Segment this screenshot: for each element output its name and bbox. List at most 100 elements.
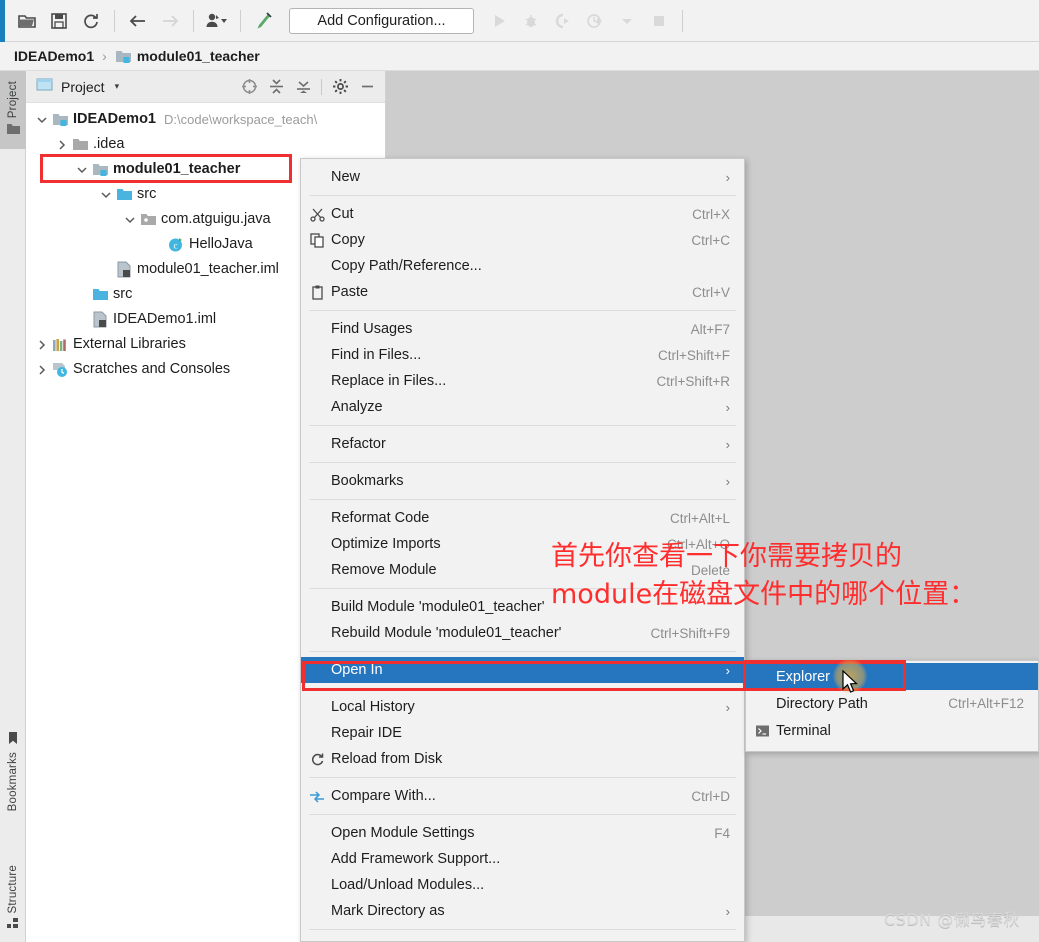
menu-item-mark-directory-as[interactable]: Mark Directory as › [301, 898, 744, 924]
chevron-down-icon[interactable] [122, 215, 138, 225]
menu-separator [309, 929, 736, 930]
chevron-right-icon[interactable] [54, 140, 70, 150]
menu-item-shortcut: Delete [671, 563, 730, 578]
menu-item-new[interactable]: New › [301, 164, 744, 190]
forward-arrow-icon[interactable] [155, 7, 185, 35]
window-accent-bar [0, 0, 5, 42]
tree-label: module01_teacher.iml [137, 262, 279, 277]
menu-item-reformat-code[interactable]: Reformat Code Ctrl+Alt+L [301, 505, 744, 531]
breadcrumb-project[interactable]: IDEADemo1 [14, 48, 94, 64]
menu-item-refactor[interactable]: Refactor › [301, 431, 744, 457]
submenu-item-terminal[interactable]: Terminal [746, 717, 1038, 744]
menu-item-repair-ide[interactable]: Repair IDE [301, 720, 744, 746]
menu-item-replace-in-files[interactable]: Replace in Files... Ctrl+Shift+R [301, 368, 744, 394]
menu-item-copy-path-reference[interactable]: Copy Path/Reference... [301, 253, 744, 279]
sidebar-tab-bookmarks[interactable]: Bookmarks [0, 731, 26, 849]
menu-item-bookmarks[interactable]: Bookmarks › [301, 468, 744, 494]
tree-label: src [113, 287, 132, 302]
menu-item-local-history[interactable]: Local History › [301, 694, 744, 720]
menu-item-paste[interactable]: Paste Ctrl+V [301, 279, 744, 305]
menu-item-shortcut: Ctrl+Shift+R [636, 374, 730, 389]
refresh-icon[interactable] [76, 7, 106, 35]
run-coverage-icon[interactable] [548, 7, 578, 35]
menu-item-open-module-settings[interactable]: Open Module Settings F4 [301, 820, 744, 846]
menu-separator [309, 777, 736, 778]
chevron-right-icon: › [706, 663, 730, 678]
sidebar-tab-project[interactable]: Project [0, 71, 26, 149]
package-icon [138, 212, 158, 227]
run-icon[interactable] [484, 7, 514, 35]
open-folder-icon[interactable] [12, 7, 42, 35]
svg-text:c: c [174, 241, 178, 251]
hide-icon[interactable] [355, 75, 379, 99]
menu-separator [309, 462, 736, 463]
menu-item-shortcut: Ctrl+D [671, 789, 730, 804]
vcs-user-icon[interactable] [202, 7, 232, 35]
reload-icon [307, 752, 327, 767]
back-arrow-icon[interactable] [123, 7, 153, 35]
menu-item-shortcut: Alt+F7 [671, 322, 730, 337]
menu-item-optimize-imports[interactable]: Optimize Imports Ctrl+Alt+O [301, 531, 744, 557]
chevron-down-icon[interactable] [98, 190, 114, 200]
menu-item-label: Load/Unload Modules... [331, 877, 484, 893]
menu-item-cut[interactable]: Cut Ctrl+X [301, 201, 744, 227]
menu-separator [309, 588, 736, 589]
menu-item-find-in-files[interactable]: Find in Files... Ctrl+Shift+F [301, 342, 744, 368]
sidebar-tab-structure[interactable]: Structure [0, 861, 26, 942]
project-actions-divider [321, 79, 322, 95]
submenu-item-directory-path[interactable]: Directory Path Ctrl+Alt+F12 [746, 690, 1038, 717]
stop-icon[interactable] [644, 7, 674, 35]
menu-item-label: Rebuild Module 'module01_teacher' [331, 625, 561, 641]
chevron-right-icon[interactable] [34, 365, 50, 375]
build-hammer-icon[interactable] [249, 7, 279, 35]
menu-item-load-unload-modules[interactable]: Load/Unload Modules... [301, 872, 744, 898]
breadcrumb-separator: › [102, 48, 107, 64]
menu-item-label: Refactor [331, 436, 386, 452]
menu-item-label: Reload from Disk [331, 751, 442, 767]
open-in-submenu: Explorer Directory Path Ctrl+Alt+F12 Ter… [745, 660, 1039, 752]
menu-item-compare-with[interactable]: Compare With... Ctrl+D [301, 783, 744, 809]
chevron-down-icon[interactable] [34, 115, 50, 125]
chevron-down-icon[interactable]: ▾ [115, 81, 120, 92]
menu-item-rebuild-module[interactable]: Rebuild Module 'module01_teacher' Ctrl+S… [301, 620, 744, 646]
add-configuration-button[interactable]: Add Configuration... [289, 8, 474, 34]
tree-label: com.atguigu.java [161, 212, 271, 227]
menu-item-remove-module[interactable]: Remove Module Delete [301, 557, 744, 583]
breadcrumb: IDEADemo1 › module01_teacher [0, 42, 1039, 71]
save-icon[interactable] [44, 7, 74, 35]
context-menu: New › Cut Ctrl+X Copy Ctrl+C Copy Path/R… [300, 158, 745, 942]
tree-row-ideademo1[interactable]: IDEADemo1 D:\code\workspace_teach\ [26, 107, 385, 132]
debug-icon[interactable] [516, 7, 546, 35]
menu-item-reload-from-disk[interactable]: Reload from Disk [301, 746, 744, 772]
menu-item-shortcut: Ctrl+C [671, 233, 730, 248]
profiler-icon[interactable] [580, 7, 610, 35]
chevron-right-icon: › [706, 170, 730, 185]
menu-item-build-module[interactable]: Build Module 'module01_teacher' [301, 594, 744, 620]
menu-separator [309, 310, 736, 311]
menu-item-shortcut: Ctrl+Alt+O [647, 537, 730, 552]
menu-item-add-framework-support[interactable]: Add Framework Support... [301, 846, 744, 872]
menu-item-copy[interactable]: Copy Ctrl+C [301, 227, 744, 253]
menu-item-find-usages[interactable]: Find Usages Alt+F7 [301, 316, 744, 342]
menu-item-shortcut: F4 [694, 826, 730, 841]
chevron-right-icon[interactable] [34, 340, 50, 350]
menu-separator [309, 688, 736, 689]
submenu-item-explorer[interactable]: Explorer [746, 663, 1038, 690]
collapse-all-icon[interactable] [291, 75, 315, 99]
tree-path: D:\code\workspace_teach\ [164, 112, 317, 127]
toolbar-divider-2 [193, 10, 194, 32]
menu-item-analyze[interactable]: Analyze › [301, 394, 744, 420]
breadcrumb-module[interactable]: module01_teacher [137, 48, 260, 64]
menu-item-open-in[interactable]: Open In › [301, 657, 744, 683]
tree-label: Scratches and Consoles [73, 362, 230, 377]
settings-gear-icon[interactable] [328, 75, 352, 99]
menu-item-shortcut: Ctrl+Shift+F [638, 348, 730, 363]
tree-row-idea[interactable]: .idea [26, 132, 385, 157]
menu-item-label: Replace in Files... [331, 373, 446, 389]
chevron-down-icon[interactable] [74, 165, 90, 175]
expand-all-icon[interactable] [264, 75, 288, 99]
menu-item-shortcut: Ctrl+X [672, 207, 730, 222]
copy-icon [307, 233, 327, 248]
select-opened-file-icon[interactable] [237, 75, 261, 99]
chevron-down-icon[interactable] [612, 7, 642, 35]
